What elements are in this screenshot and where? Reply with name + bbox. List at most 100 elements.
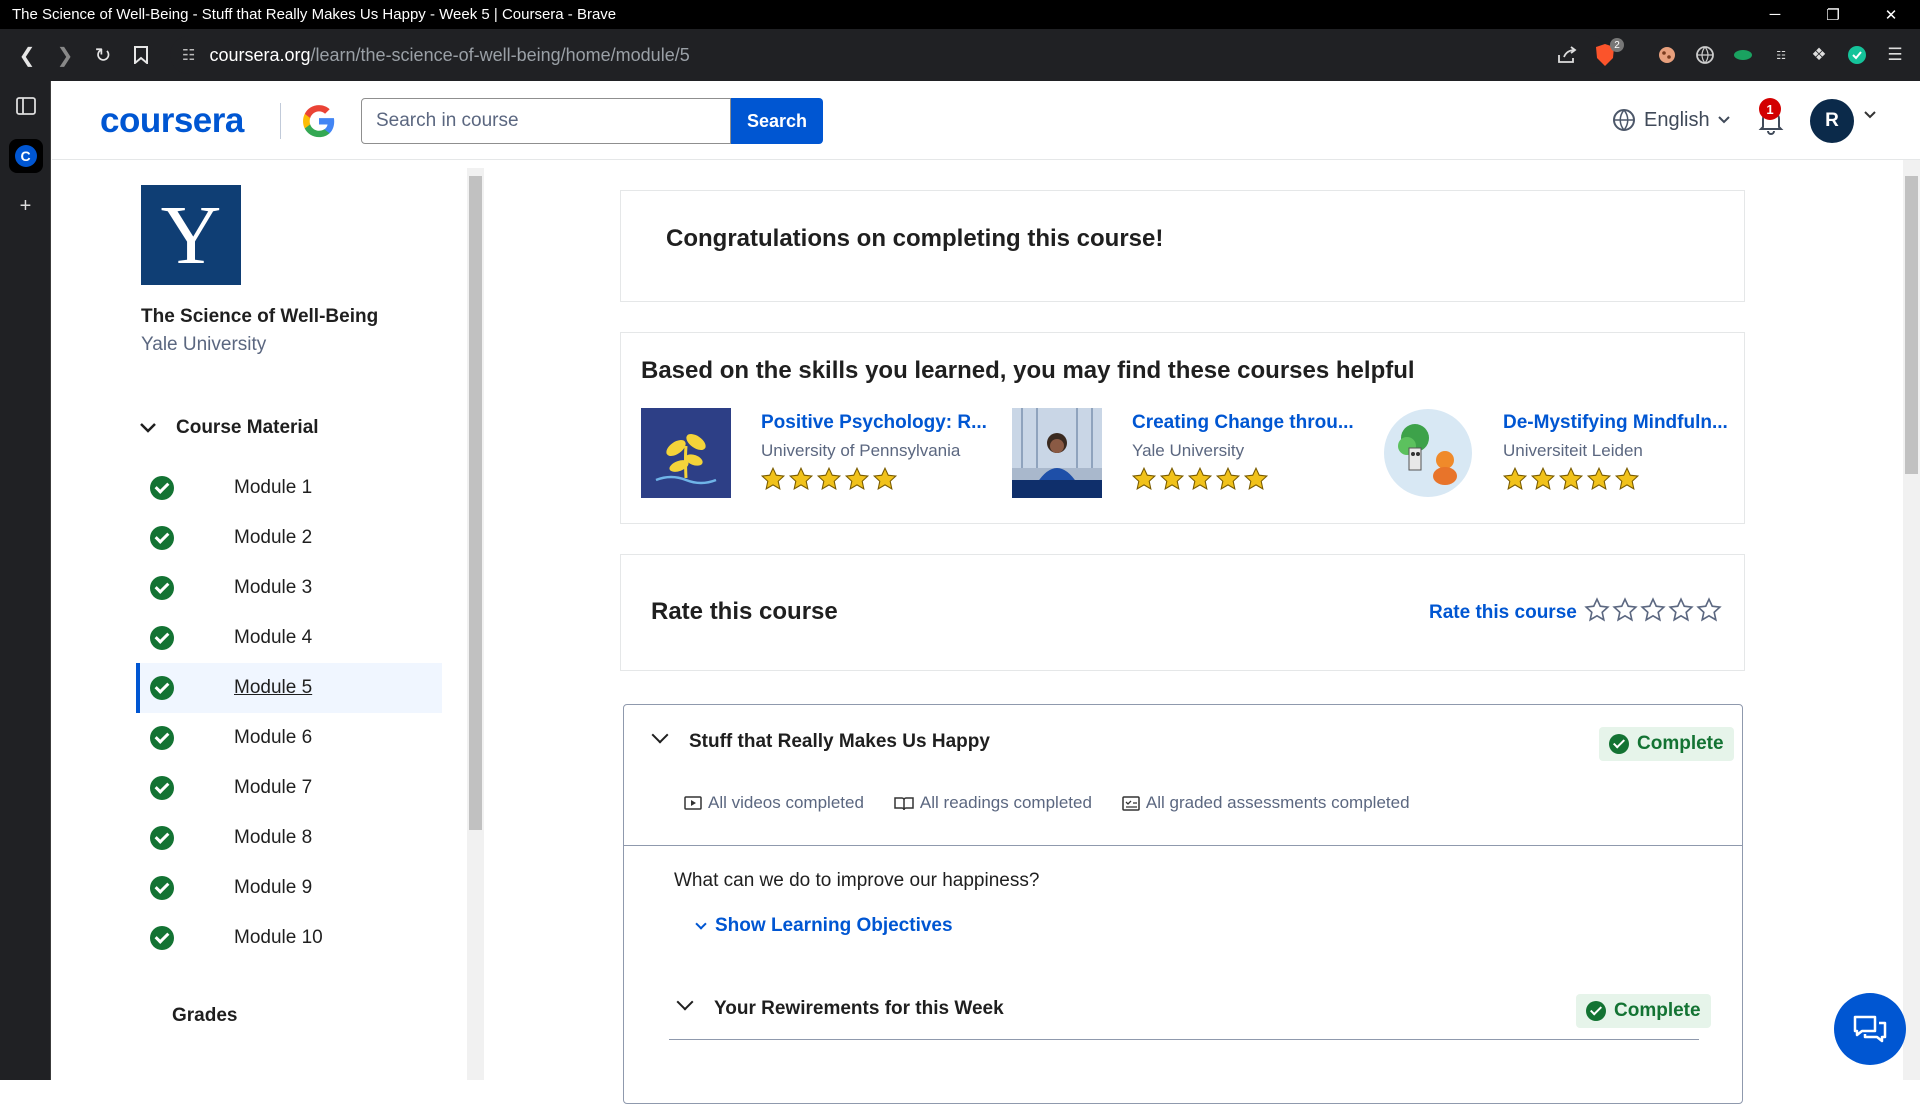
restore-button[interactable]: ❐: [1804, 0, 1862, 29]
extensions-icon[interactable]: ❖: [1804, 40, 1834, 70]
sidebar-item-module-10[interactable]: Module 10: [136, 913, 442, 963]
show-learning-objectives-button[interactable]: Show Learning Objectives: [695, 915, 953, 937]
recommendations-title: Based on the skills you learned, you may…: [641, 357, 1415, 384]
star-icon: [816, 466, 842, 490]
star-icon: [1131, 466, 1157, 490]
check-icon: [1586, 1001, 1606, 1021]
course-provider: Universiteit Leiden: [1503, 441, 1643, 460]
bookmark-icon[interactable]: [122, 36, 160, 74]
videos-stat-label: All videos completed: [708, 793, 864, 812]
recommendation-course[interactable]: Creating Change throu... Yale University: [1012, 408, 1382, 498]
module-card-header[interactable]: Stuff that Really Makes Us Happy Complet…: [624, 705, 1742, 846]
empty-star-icon[interactable]: [1668, 597, 1694, 623]
language-selector[interactable]: English: [1612, 108, 1730, 132]
grammar-extension-icon[interactable]: [1842, 40, 1872, 70]
sidebar-item-module-6[interactable]: Module 6: [136, 713, 442, 763]
star-icon: [1530, 466, 1556, 490]
forward-icon[interactable]: ❯: [46, 36, 84, 74]
recommendation-course[interactable]: De-Mystifying Mindfuln... Universiteit L…: [1383, 408, 1753, 498]
chevron-down-icon: [1717, 116, 1730, 124]
course-material-toggle[interactable]: Course Material: [140, 417, 319, 439]
share-icon[interactable]: [1552, 40, 1582, 70]
course-link[interactable]: Positive Psychology: R...: [761, 412, 987, 434]
sidebar-item-module-9[interactable]: Module 9: [136, 863, 442, 913]
sidebar-item-module-4[interactable]: Module 4: [136, 613, 442, 663]
search-button[interactable]: Search: [731, 98, 823, 144]
url-host: coursera.org: [209, 44, 311, 65]
video-icon: [684, 796, 702, 810]
chat-button[interactable]: [1834, 993, 1906, 1065]
chat-icon: [1853, 1015, 1887, 1043]
logo-divider: [280, 103, 281, 139]
reload-icon[interactable]: ↻: [84, 36, 122, 74]
globe-icon: [1613, 109, 1635, 131]
course-provider: Yale University: [1132, 441, 1245, 460]
learning-objectives-label: Show Learning Objectives: [715, 915, 953, 936]
module-label: Module 10: [234, 927, 323, 948]
sidebar-item-module-3[interactable]: Module 3: [136, 563, 442, 613]
check-icon: [1609, 734, 1629, 754]
sidebar-item-module-7[interactable]: Module 7: [136, 763, 442, 813]
add-panel-icon[interactable]: +: [0, 181, 51, 231]
language-label: English: [1644, 108, 1710, 131]
empty-star-icon[interactable]: [1612, 597, 1638, 623]
chevron-down-icon: [695, 918, 707, 930]
sidebar-item-module-1[interactable]: Module 1: [136, 463, 442, 513]
menu-icon[interactable]: ☰: [1880, 40, 1910, 70]
assessment-icon: [1122, 796, 1140, 811]
chevron-down-icon[interactable]: [651, 726, 669, 744]
coursera-logo[interactable]: coursera: [100, 101, 244, 141]
lesson-header[interactable]: Your Rewirements for this Week Complete: [669, 980, 1711, 1040]
recommendations-card: Based on the skills you learned, you may…: [620, 332, 1745, 524]
course-title: The Science of Well-Being: [141, 306, 379, 327]
course-thumbnail: [1384, 409, 1472, 497]
globe-extension-icon[interactable]: [1690, 40, 1720, 70]
star-icon: [1159, 466, 1185, 490]
search-input[interactable]: Search in course: [361, 98, 731, 144]
site-settings-icon[interactable]: ☷: [182, 46, 195, 64]
url-path: /learn/the-science-of-well-being/home/mo…: [310, 44, 690, 65]
sidebar-item-module-2[interactable]: Module 2: [136, 513, 442, 563]
status-badge: Complete: [1599, 727, 1734, 761]
sidebar-scroll-thumb[interactable]: [469, 176, 482, 830]
chevron-down-icon[interactable]: [676, 993, 694, 1011]
address-bar[interactable]: ☷ coursera.org/learn/the-science-of-well…: [170, 36, 1610, 74]
module-title: Stuff that Really Makes Us Happy: [689, 731, 990, 752]
sidebar-item-module-5[interactable]: Module 5: [136, 663, 442, 713]
shield-count-badge: 2: [1610, 38, 1624, 52]
sidebar-item-grades[interactable]: Grades: [172, 1005, 237, 1027]
close-button[interactable]: ✕: [1862, 0, 1920, 29]
empty-star-icon[interactable]: [1584, 597, 1610, 623]
main-scroll-thumb[interactable]: [1905, 176, 1918, 474]
rate-course-link[interactable]: Rate this course: [1429, 602, 1577, 624]
module-label: Module 5: [234, 677, 313, 698]
status-label: Complete: [1637, 733, 1724, 754]
notification-badge: 1: [1759, 98, 1781, 120]
empty-star-icon[interactable]: [1696, 597, 1722, 623]
module-label: Module 6: [234, 727, 313, 748]
empty-star-icon[interactable]: [1640, 597, 1666, 623]
cookie-extension-icon[interactable]: [1652, 40, 1682, 70]
recommendation-course[interactable]: Positive Psychology: R... University of …: [641, 408, 1011, 498]
readings-stat-label: All readings completed: [919, 793, 1092, 812]
coursera-panel-icon[interactable]: C: [0, 131, 51, 181]
module-list: Module 1 Module 2 Module 3 Module 4 Modu…: [136, 463, 442, 963]
module-label: Module 7: [234, 777, 313, 798]
check-icon: [150, 776, 174, 800]
brave-shield-icon[interactable]: 2: [1590, 38, 1624, 70]
yale-logo: Y: [141, 185, 241, 285]
check-icon: [150, 826, 174, 850]
check-icon: [150, 626, 174, 650]
avatar[interactable]: R: [1810, 99, 1854, 143]
sidebar-toggle-icon[interactable]: [0, 81, 51, 131]
translate-extension-icon[interactable]: ☷: [1766, 40, 1796, 70]
course-link[interactable]: Creating Change throu...: [1132, 412, 1354, 434]
sidebar-item-module-8[interactable]: Module 8: [136, 813, 442, 863]
rating-input[interactable]: [1584, 597, 1722, 623]
back-icon[interactable]: ❮: [8, 36, 46, 74]
minimize-button[interactable]: ─: [1746, 0, 1804, 29]
avatar-chevron-icon[interactable]: [1864, 111, 1876, 119]
course-link[interactable]: De-Mystifying Mindfuln...: [1503, 412, 1728, 434]
module-card: Stuff that Really Makes Us Happy Complet…: [623, 704, 1743, 1104]
leaf-extension-icon[interactable]: [1728, 40, 1758, 70]
